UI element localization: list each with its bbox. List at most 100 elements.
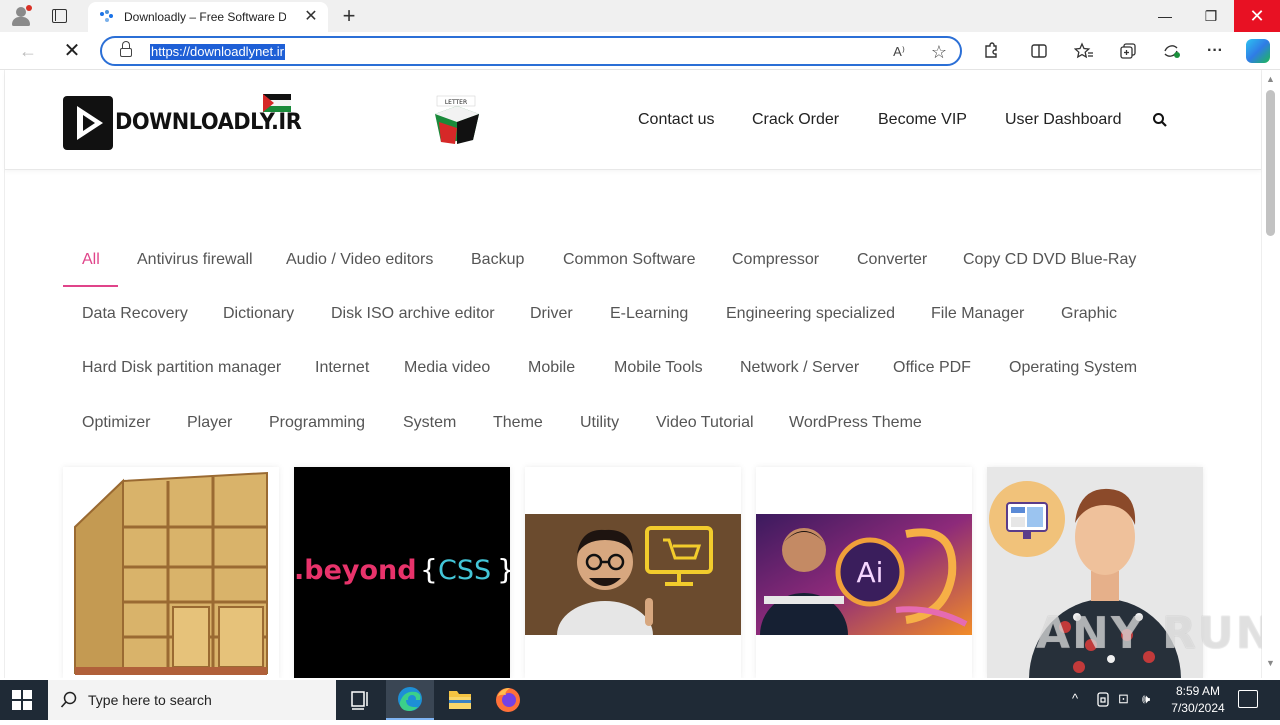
close-window-button[interactable]: ✕	[1234, 0, 1280, 32]
menu-contact-us[interactable]: Contact us	[638, 111, 714, 129]
filter-engineering-specialized[interactable]: Engineering specialized	[726, 305, 895, 323]
filter-system[interactable]: System	[403, 414, 456, 432]
filter-player[interactable]: Player	[187, 414, 232, 432]
tab-actions-icon[interactable]	[52, 9, 67, 23]
more-menu-icon[interactable]: ···	[1203, 39, 1227, 63]
filter-common-software[interactable]: Common Software	[563, 251, 696, 269]
filter-media-video[interactable]: Media video	[404, 359, 490, 377]
filter-copy-cd-dvd-blue-ray[interactable]: Copy CD DVD Blue-Ray	[963, 251, 1136, 269]
scroll-up-icon[interactable]: ▲	[1266, 74, 1275, 84]
clock-date: 7/30/2024	[1171, 701, 1225, 715]
taskbar-search-icon	[60, 691, 77, 708]
anyrun-watermark: ANY RUN	[1036, 608, 1275, 659]
clock-time: 8:59 AM	[1175, 684, 1221, 698]
new-tab-button[interactable]: +	[338, 4, 360, 28]
filter-video-tutorial[interactable]: Video Tutorial	[656, 414, 754, 432]
filter-graphic[interactable]: Graphic	[1061, 305, 1117, 323]
lock-icon[interactable]	[120, 41, 132, 57]
taskbar-clock[interactable]: 8:59 AM 7/30/2024	[1162, 683, 1234, 717]
scroll-down-icon[interactable]: ▼	[1266, 658, 1275, 668]
taskbar-search-placeholder: Type here to search	[88, 692, 212, 708]
url-text[interactable]: https://downloadlynet.ir	[150, 44, 285, 60]
filter-data-recovery[interactable]: Data Recovery	[82, 305, 188, 323]
edge-icon	[398, 687, 422, 711]
extensions-icon[interactable]	[979, 39, 1003, 63]
back-button[interactable]: ←	[16, 39, 40, 63]
cabinet-3d-thumbnail	[63, 467, 279, 678]
tab-title: Downloadly – Free Software Dow	[124, 10, 286, 24]
filter-file-manager[interactable]: File Manager	[931, 305, 1024, 323]
windows-start-icon[interactable]	[12, 690, 32, 710]
notification-center-icon[interactable]	[1238, 690, 1258, 708]
filter-mobile[interactable]: Mobile	[528, 359, 575, 377]
filter-e-learning[interactable]: E-Learning	[610, 305, 688, 323]
tray-chevron-icon[interactable]: ^	[1072, 691, 1078, 706]
favorites-star-icon[interactable]: ☆	[928, 41, 950, 63]
loading-favicon-icon	[100, 10, 114, 24]
page-scrollbar[interactable]: ▲ ▼	[1262, 70, 1280, 678]
css-text: CSS	[438, 555, 492, 586]
volume-icon[interactable]: 🕪	[1142, 691, 1150, 707]
taskbar-search-box[interactable]: Type here to search	[48, 680, 336, 720]
filter-backup[interactable]: Backup	[471, 251, 524, 269]
filter-mobile-tools[interactable]: Mobile Tools	[614, 359, 703, 377]
read-aloud-icon[interactable]: A⁾	[888, 41, 910, 63]
network-icon[interactable]: ⊡	[1118, 691, 1129, 707]
filter-disk-iso-archive-editor[interactable]: Disk ISO archive editor	[331, 305, 495, 323]
filter-converter[interactable]: Converter	[857, 251, 927, 269]
copilot-icon[interactable]	[1246, 39, 1270, 63]
brace-close: }	[497, 553, 510, 586]
search-icon[interactable]	[1152, 112, 1168, 128]
filter-audio-video-editors[interactable]: Audio / Video editors	[286, 251, 433, 269]
site-logo[interactable]: DOWNLOADLY.IR	[63, 90, 303, 152]
brace-open: {	[420, 553, 438, 586]
firefox-icon	[496, 688, 520, 712]
browser-tab[interactable]: Downloadly – Free Software Dow ✕	[88, 2, 328, 32]
svg-text:LETTER: LETTER	[445, 99, 467, 106]
scroll-thumb[interactable]	[1266, 90, 1275, 236]
watermelon-badge-icon: LETTER	[435, 95, 479, 144]
ecommerce-course-thumbnail	[525, 514, 741, 635]
filter-operating-system[interactable]: Operating System	[1009, 359, 1137, 377]
address-bar[interactable]: https://downloadlynet.ir A⁾ ☆	[100, 36, 962, 66]
filter-antivirus-firewall[interactable]: Antivirus firewall	[137, 251, 253, 269]
filter-all[interactable]: All	[82, 251, 100, 269]
tray-device-icon[interactable]	[1096, 692, 1110, 708]
filter-programming[interactable]: Programming	[269, 414, 365, 432]
filter-theme[interactable]: Theme	[493, 414, 543, 432]
product-card-ecommerce[interactable]	[525, 467, 741, 678]
firefox-button[interactable]	[484, 680, 532, 720]
file-explorer-button[interactable]	[436, 680, 484, 720]
filter-compressor[interactable]: Compressor	[732, 251, 819, 269]
task-view-button[interactable]	[336, 680, 384, 720]
collections-icon[interactable]	[1116, 39, 1140, 63]
filter-driver[interactable]: Driver	[530, 305, 573, 323]
filter-wordpress-theme[interactable]: WordPress Theme	[789, 414, 922, 432]
product-card-beyond-css[interactable]: .beyond { CSS }	[294, 467, 510, 678]
tab-close-icon[interactable]: ✕	[302, 8, 320, 26]
stop-loading-button[interactable]: ✕	[60, 39, 84, 63]
logo-text: DOWNLOADLY.IR	[115, 110, 302, 135]
task-view-icon	[351, 691, 368, 710]
browser-essentials-icon[interactable]	[1160, 39, 1184, 63]
menu-crack-order[interactable]: Crack Order	[752, 111, 839, 129]
filter-optimizer[interactable]: Optimizer	[82, 414, 150, 432]
product-card-cabinet[interactable]	[63, 467, 279, 678]
filter-utility[interactable]: Utility	[580, 414, 619, 432]
filter-internet[interactable]: Internet	[315, 359, 369, 377]
menu-become-vip[interactable]: Become VIP	[878, 111, 967, 129]
filter-dictionary[interactable]: Dictionary	[223, 305, 294, 323]
split-screen-icon[interactable]	[1027, 39, 1051, 63]
page-viewport: DOWNLOADLY.IR LETTER Contact us Crack Or…	[0, 70, 1280, 678]
product-card-illustrator[interactable]: Ai	[756, 467, 972, 678]
minimize-button[interactable]: —	[1142, 0, 1188, 32]
folder-icon	[449, 691, 471, 709]
restore-button[interactable]: ❐	[1188, 0, 1234, 32]
profile-icon[interactable]	[10, 5, 32, 27]
edge-taskbar-button[interactable]	[386, 680, 434, 720]
filter-office-pdf[interactable]: Office PDF	[893, 359, 971, 377]
menu-user-dashboard[interactable]: User Dashboard	[1005, 111, 1122, 129]
filter-network-server[interactable]: Network / Server	[740, 359, 859, 377]
filter-hard-disk-partition-manager[interactable]: Hard Disk partition manager	[82, 359, 281, 377]
favorites-icon[interactable]	[1072, 39, 1096, 63]
